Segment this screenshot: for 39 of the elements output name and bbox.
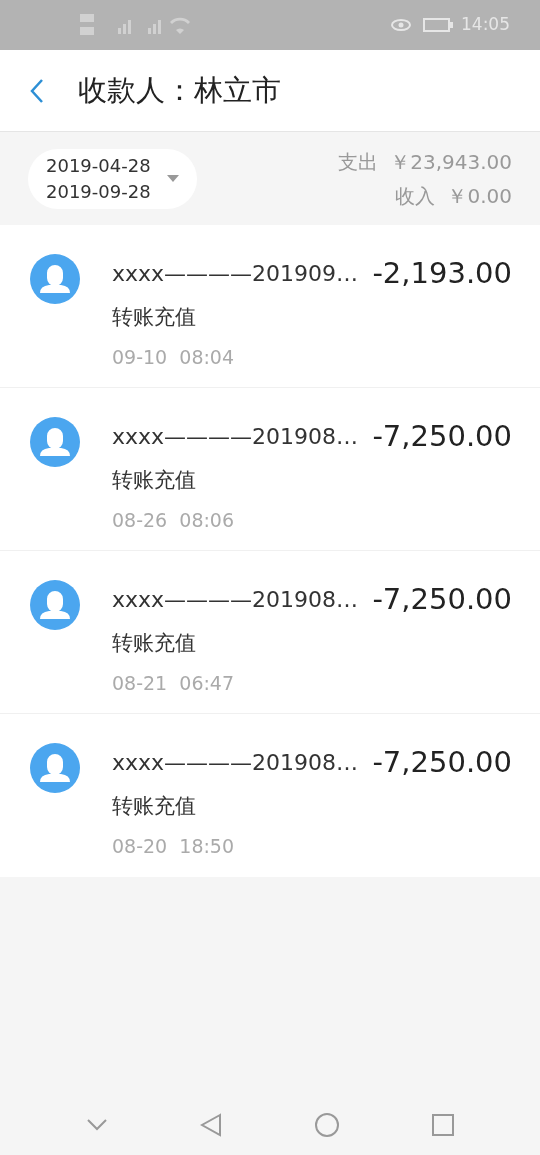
transaction-time: 08-26 08:06 — [112, 508, 236, 533]
page-title: 收款人：林立市 — [78, 71, 281, 109]
transaction-amount: -2,193.00 — [372, 255, 512, 292]
summary-amount: ￥23,943.00 — [390, 148, 512, 176]
transaction-amount: -7,250.00 — [372, 581, 512, 618]
transaction-amount: -7,250.00 — [372, 418, 512, 455]
eye-icon — [391, 18, 411, 32]
transaction-row[interactable]: xxxx————201908… -7,250.00 转账充值 08-26 08:06 — [0, 388, 540, 551]
transaction-name: xxxx————201908… — [112, 586, 359, 615]
transaction-type: 转账充值 — [112, 792, 197, 820]
transaction-amount: -7,250.00 — [372, 744, 512, 781]
dropdown-icon — [166, 175, 179, 182]
avatar-icon — [30, 580, 80, 630]
summary-amount: ￥0.00 — [447, 182, 512, 210]
back-icon[interactable] — [199, 1113, 222, 1137]
home-icon[interactable] — [314, 1113, 339, 1137]
transaction-name: xxxx————201908… — [112, 749, 359, 778]
start-date: 2019-04-28 — [46, 153, 151, 178]
end-date: 2019-09-28 — [46, 179, 151, 204]
summary-label: 支出 — [338, 148, 379, 176]
transaction-name: xxxx————201908… — [112, 423, 359, 452]
transaction-name: xxxx————201909… — [112, 260, 359, 289]
transaction-type: 转账充值 — [112, 466, 197, 494]
avatar-icon — [30, 743, 80, 793]
transaction-time: 08-20 18:50 — [112, 834, 236, 859]
recents-icon[interactable] — [431, 1114, 454, 1136]
avatar-icon — [30, 417, 80, 467]
date-range-picker[interactable]: 2019-04-28 2019-09-28 — [28, 148, 197, 209]
transaction-row[interactable]: xxxx————201908… -7,250.00 转账充值 08-20 18:50 — [0, 714, 540, 877]
transaction-row[interactable]: xxxx————201908… -7,250.00 转账充值 08-21 06:47 — [0, 551, 540, 714]
chevron-down-icon[interactable] — [86, 1119, 107, 1131]
battery-icon — [423, 18, 453, 32]
transaction-time: 08-21 06:47 — [112, 671, 236, 696]
avatar-icon — [30, 254, 80, 304]
summary-label: 收入 — [395, 182, 436, 210]
transaction-type: 转账充值 — [112, 303, 197, 331]
transaction-type: 转账充值 — [112, 629, 197, 657]
transaction-time: 09-10 08:04 — [112, 345, 236, 370]
transaction-row[interactable]: xxxx————201909… -2,193.00 转账充值 09-10 08:04 — [0, 225, 540, 388]
